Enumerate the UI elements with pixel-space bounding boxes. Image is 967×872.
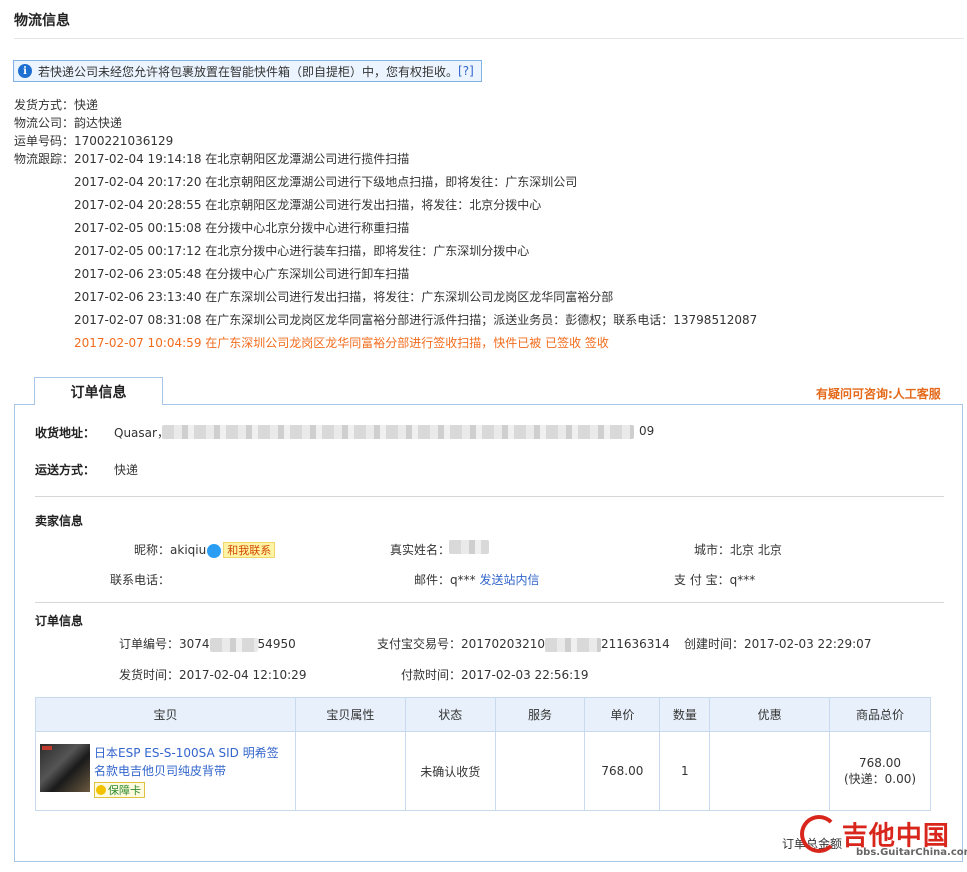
info-icon: i (18, 64, 32, 78)
notice-banner: i 若快递公司未经您允许将包裹放置在智能快件箱（即自提柜）中，您有权拒收。 [?… (13, 60, 482, 82)
total-cell: 768.00 (快递：0.00) (829, 731, 931, 811)
column-header: 商品总价 (829, 697, 931, 732)
total-price: 768.00 (859, 755, 902, 770)
paid-time: 付款时间：2017-02-03 22:56:19 (401, 668, 589, 682)
trace-event: 2017-02-05 00:17:12 在北京分拨中心进行装车扫描，即将发往：广… (74, 244, 530, 258)
order-items-table: 宝贝 宝贝属性 状态 服务 单价 数量 优惠 商品总价 日本ESP ES-S-1… (35, 697, 931, 811)
order-number: 订单编号：3074 54950 (119, 635, 296, 652)
realname-label: 真实姓名： (390, 543, 451, 557)
seller-info-title: 卖家信息 (35, 514, 84, 528)
shipping-company: 物流公司：韵达快递 (14, 116, 123, 130)
seller-city: 城市：北京 北京 (694, 543, 782, 557)
trace-event: 2017-02-04 20:17:20 在北京朝阳区龙潭湖公司进行下级地点扫描，… (74, 175, 578, 189)
nickname-label: 昵称： (134, 543, 171, 557)
trace-event: 2017-02-05 00:15:08 在分拨中心北京分拨中心进行称重扫描 (74, 221, 410, 235)
order-number-redacted (209, 637, 258, 652)
email-label: 邮件：q*** (414, 573, 476, 587)
address-name: Quasar， (114, 426, 169, 440)
guarantee-label: 保障卡 (108, 784, 141, 797)
trace-event: 2017-02-04 19:14:18 在北京朝阳区龙潭湖公司进行揽件扫描 (74, 152, 410, 166)
guarantee-icon (96, 785, 106, 795)
trace-event: 2017-02-04 20:28:55 在北京朝阳区龙潭湖公司进行发出扫描，将发… (74, 198, 542, 212)
created-time: 创建时间：2017-02-03 22:29:07 (684, 637, 872, 651)
product-thumbnail[interactable] (40, 744, 90, 792)
product-name-link[interactable]: 日本ESP ES-S-100SA SID 明希签名款电吉他贝司纯皮背带 (94, 744, 284, 780)
guitar-logo-icon (800, 815, 838, 853)
realname-redacted (449, 540, 489, 554)
order-info-title: 订单信息 (35, 614, 84, 628)
shipping-fee: (快递：0.00) (843, 771, 917, 786)
seller-nickname: 昵称：akiqiu 和我联系 (134, 541, 276, 558)
address-label: 收货地址： (35, 426, 96, 440)
trace-event: 2017-02-06 23:13:40 在广东深圳公司进行发出扫描，将发往：广东… (74, 290, 614, 304)
discount-cell (709, 731, 831, 811)
trace-event-final: 2017-02-07 10:04:59 在广东深圳公司龙岗区龙华同富裕分部进行签… (74, 336, 609, 350)
seller-alipay: 支 付 宝：q*** (674, 573, 756, 587)
customer-service-link[interactable]: 有疑问可咨询:人工客服 (816, 385, 941, 402)
alipay-trade-redacted (544, 637, 601, 652)
table-row: 日本ESP ES-S-100SA SID 明希签名款电吉他贝司纯皮背带 保障卡 … (35, 731, 931, 811)
column-header: 服务 (494, 697, 586, 732)
trace-event: 2017-02-06 23:05:48 在分拨中心广东深圳公司进行卸车扫描 (74, 267, 410, 281)
shipping-method: 发货方式：快递 (14, 98, 99, 112)
order-number-suffix: 54950 (257, 637, 296, 651)
alipay-trade-suffix: 211636314 (600, 637, 670, 651)
guarantee-badge[interactable]: 保障卡 (94, 782, 145, 798)
column-header: 宝贝属性 (294, 697, 406, 732)
quantity-cell: 1 (659, 731, 711, 811)
chat-icon[interactable] (207, 543, 222, 558)
order-number-prefix: 订单编号：3074 (119, 637, 210, 651)
divider (35, 602, 944, 603)
watermark-url: bbs.GuitarChina.com (856, 847, 967, 858)
nickname-value: akiqiu (170, 543, 207, 557)
seller-email: 邮件：q*** 发送站内信 (414, 571, 539, 588)
service-cell (494, 731, 586, 811)
ship-method-value: 快递 (114, 463, 139, 477)
column-header: 单价 (584, 697, 661, 732)
notice-text: 若快递公司未经您允许将包裹放置在智能快件箱（即自提柜）中，您有权拒收。 (38, 64, 459, 79)
shipped-time: 发货时间：2017-02-04 12:10:29 (119, 668, 307, 682)
attribute-cell (294, 731, 406, 811)
phone-label: 联系电话： (110, 573, 171, 587)
divider (35, 496, 944, 497)
page-title: 物流信息 (14, 13, 70, 29)
alipay-trade-prefix: 支付宝交易号：20170203210 (377, 637, 545, 651)
tab-order-info[interactable]: 订单信息 (34, 377, 163, 405)
column-header: 数量 (659, 697, 711, 732)
contact-seller-button[interactable]: 和我联系 (223, 542, 276, 558)
column-header: 优惠 (709, 697, 831, 732)
site-watermark: 吉他中国 bbs.GuitarChina.com (800, 815, 967, 858)
trace-event: 2017-02-07 08:31:08 在广东深圳公司龙岗区龙华同富裕分部进行派… (74, 313, 758, 327)
ship-method-label: 运送方式： (35, 463, 96, 477)
column-header: 状态 (404, 697, 496, 732)
waybill-number: 运单号码：1700221036129 (14, 134, 174, 148)
alipay-trade-number: 支付宝交易号：20170203210 211636314 (377, 635, 670, 652)
address-tail: 09 (639, 424, 655, 438)
address-redacted (162, 425, 634, 439)
status-cell: 未确认收货 (404, 731, 496, 811)
product-cell: 日本ESP ES-S-100SA SID 明希签名款电吉他贝司纯皮背带 保障卡 (35, 731, 296, 811)
table-header-row: 宝贝 宝贝属性 状态 服务 单价 数量 优惠 商品总价 (35, 697, 931, 732)
trace-label: 物流跟踪： (14, 152, 75, 166)
send-message-link[interactable]: 发送站内信 (479, 573, 539, 587)
column-header: 宝贝 (35, 697, 296, 732)
price-cell: 768.00 (584, 731, 661, 811)
help-link[interactable]: [?] (458, 64, 474, 78)
divider (14, 38, 964, 39)
